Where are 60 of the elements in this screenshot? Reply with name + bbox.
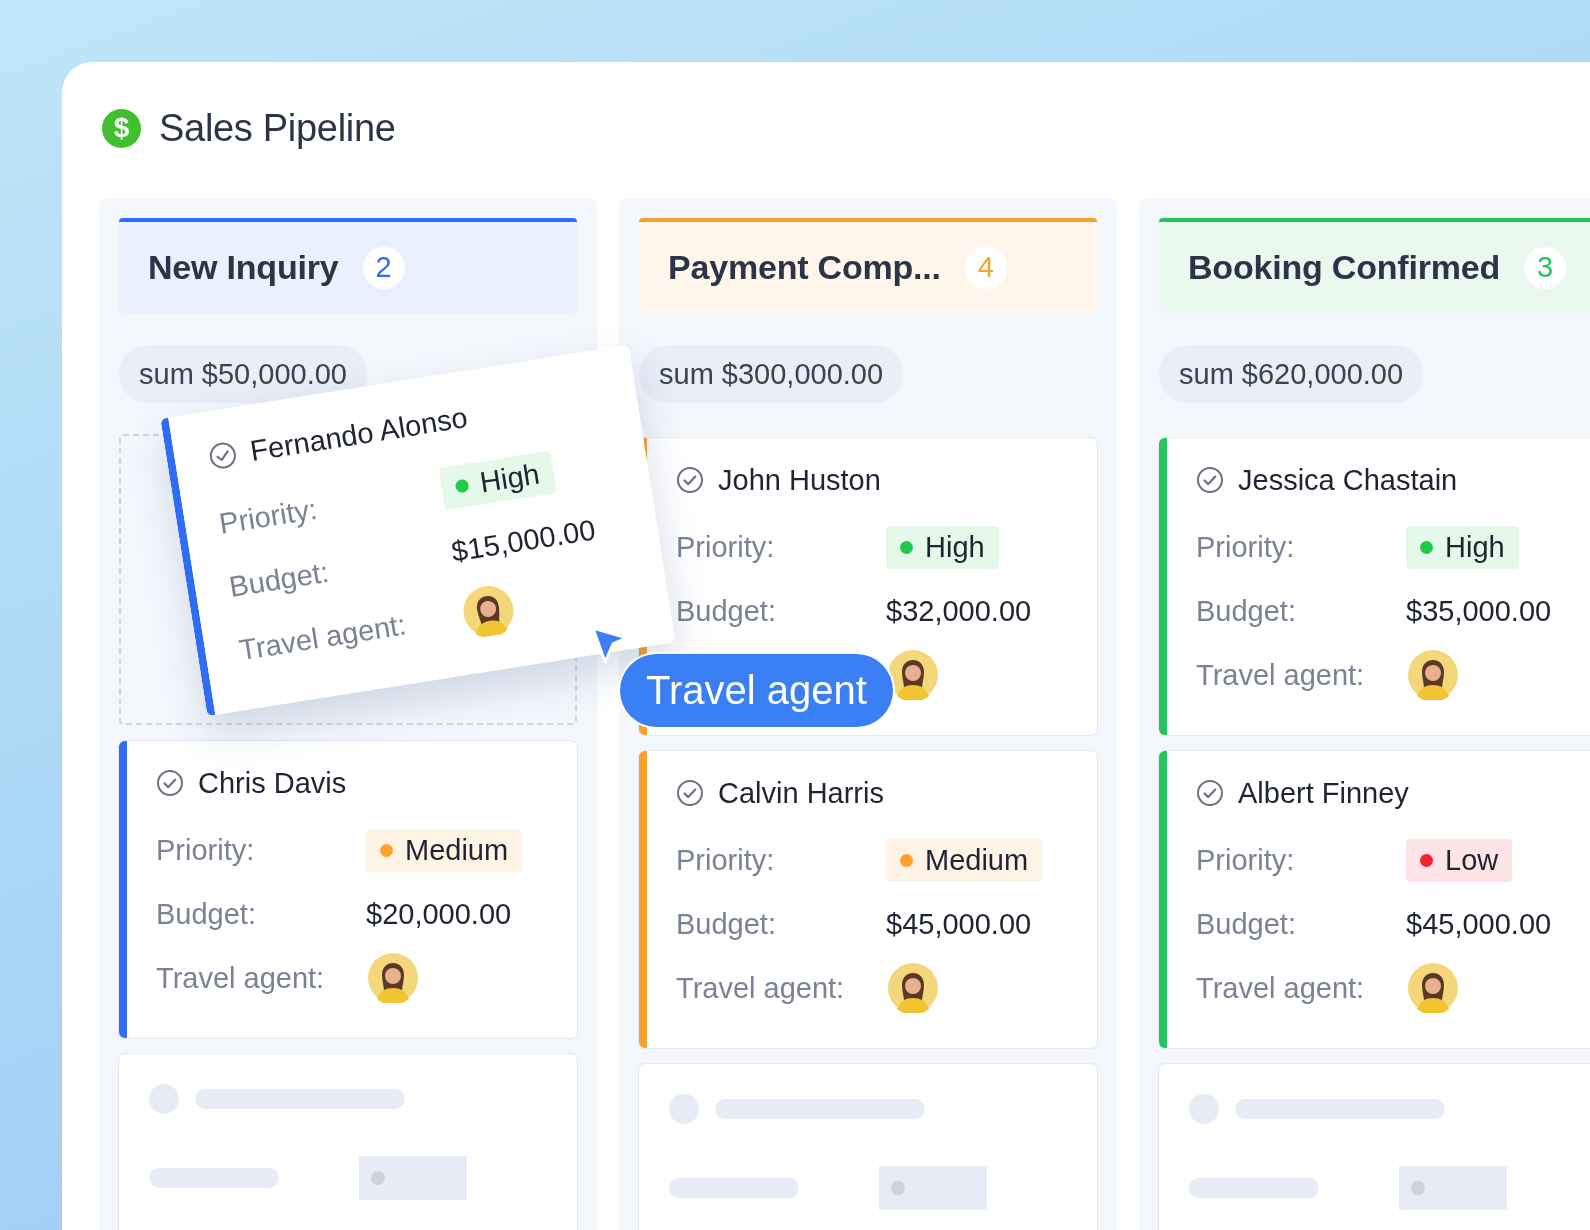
column-sum: sum $50,000.00 xyxy=(119,345,367,403)
travel-agent-label: Travel agent: xyxy=(676,971,846,1005)
avatar-icon xyxy=(1408,650,1458,700)
budget-value: $45,000.00 xyxy=(886,907,1032,941)
budget-value: $45,000.00 xyxy=(1406,907,1552,941)
column-sum: sum $620,000.00 xyxy=(1159,345,1424,403)
travel-agent-label: Travel agent: xyxy=(1196,658,1366,692)
page-title: Sales Pipeline xyxy=(159,106,396,150)
budget-value: $20,000.00 xyxy=(366,897,512,931)
budget-label: Budget: xyxy=(156,897,257,931)
avatar-icon xyxy=(888,963,938,1013)
count-badge: 3 xyxy=(1524,246,1567,289)
dollar-logo: $ xyxy=(102,108,141,148)
deal-name: Calvin Harris xyxy=(718,776,884,810)
check-circle-icon[interactable] xyxy=(156,769,184,797)
check-circle-icon[interactable] xyxy=(1196,779,1224,807)
priority-label: Priority: xyxy=(216,491,321,541)
priority-badge: High xyxy=(886,525,999,569)
priority-label: Priority: xyxy=(676,843,776,877)
priority-badge: Medium xyxy=(886,838,1043,882)
column-sum: sum $300,000.00 xyxy=(639,345,904,403)
check-circle-icon[interactable] xyxy=(1196,466,1224,494)
count-badge: 2 xyxy=(362,246,405,289)
priority-label: Priority: xyxy=(1196,843,1296,877)
travel-agent-label: Travel agent: xyxy=(237,606,410,667)
budget-label: Budget: xyxy=(676,907,777,941)
deal-card[interactable]: Calvin Harris Priority: Medium Budget: $45,000.00 Travel agent: xyxy=(639,751,1097,1048)
deal-name: Jessica Chastain xyxy=(1238,463,1458,497)
budget-label: Budget: xyxy=(676,594,777,628)
priority-label: Priority: xyxy=(676,530,776,564)
priority-label: Priority: xyxy=(156,833,256,867)
drag-tooltip: Travel agent xyxy=(620,654,893,727)
deal-name: John Huston xyxy=(718,463,881,497)
budget-label: Budget: xyxy=(226,554,332,604)
travel-agent-label: Travel agent: xyxy=(156,961,326,995)
priority-badge: Low xyxy=(1406,838,1513,882)
column-title: Booking Confirmed xyxy=(1188,248,1501,287)
priority-badge: High xyxy=(438,449,557,510)
budget-value: $15,000.00 xyxy=(449,513,598,569)
avatar-icon xyxy=(888,650,938,700)
deal-name: Chris Davis xyxy=(198,766,347,800)
priority-badge: Medium xyxy=(366,828,523,872)
priority-badge: High xyxy=(1406,525,1519,569)
check-circle-icon[interactable] xyxy=(676,779,704,807)
check-circle-icon[interactable] xyxy=(676,466,704,494)
budget-value: $35,000.00 xyxy=(1406,594,1552,628)
column-title: New Inquiry xyxy=(148,248,339,287)
count-badge: 4 xyxy=(964,246,1007,289)
deal-card[interactable]: Albert Finney Priority: Low Budget: $45,000.00 Travel agent: xyxy=(1159,751,1590,1048)
deal-card[interactable]: Chris Davis Priority: Medium Budget: $20,000.00 Travel agent: xyxy=(119,741,577,1038)
column-title: Payment Comp... xyxy=(668,248,941,287)
deal-name: Albert Finney xyxy=(1238,776,1409,810)
avatar-icon xyxy=(368,953,418,1003)
deal-card[interactable]: Jessica Chastain Priority: High Budget: $35,000.00 Travel agent: xyxy=(1159,438,1590,735)
priority-label: Priority: xyxy=(1196,530,1296,564)
avatar-icon xyxy=(1408,963,1458,1013)
budget-label: Budget: xyxy=(1196,594,1297,628)
travel-agent-label: Travel agent: xyxy=(1196,971,1366,1005)
budget-label: Budget: xyxy=(1196,907,1297,941)
budget-value: $32,000.00 xyxy=(886,594,1032,628)
